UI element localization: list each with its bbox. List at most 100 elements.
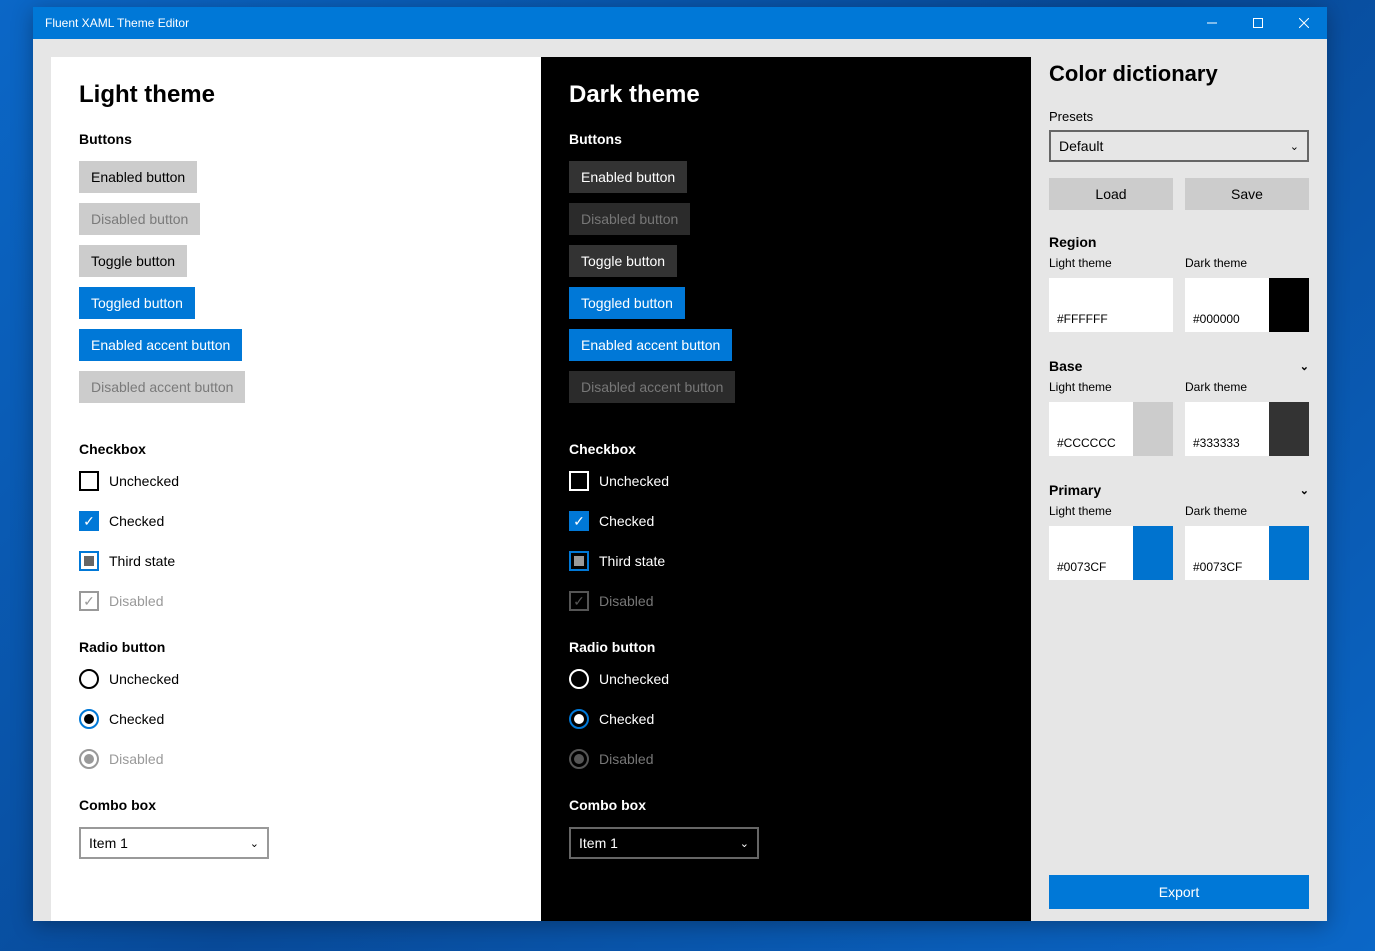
chevron-down-icon: ⌄: [740, 837, 749, 850]
minimize-button[interactable]: [1189, 7, 1235, 39]
region-light-hex: #FFFFFF: [1049, 278, 1133, 332]
checkbox-label: Third state: [599, 553, 665, 569]
primary-dark-label: Dark theme: [1185, 504, 1309, 518]
dark-buttons-group: Buttons Enabled button Disabled button T…: [569, 131, 1003, 413]
load-save-row: Load Save: [1049, 178, 1309, 210]
checkbox-label: Unchecked: [599, 473, 669, 489]
color-dictionary-pane: Color dictionary Presets Default ⌄ Load …: [1031, 39, 1327, 921]
dark-checkbox-third[interactable]: Third state: [569, 551, 1003, 571]
dark-radio-checked[interactable]: Checked: [569, 709, 1003, 729]
radio-checked-icon: [79, 709, 99, 729]
light-enabled-button[interactable]: Enabled button: [79, 161, 197, 193]
light-checkbox-checked[interactable]: ✓Checked: [79, 511, 513, 531]
checkbox-label: Checked: [599, 513, 654, 529]
radio-label: Disabled: [109, 751, 163, 767]
light-toggled-button[interactable]: Toggled button: [79, 287, 195, 319]
dark-checkbox-group: Checkbox Unchecked ✓Checked Third state …: [569, 441, 1003, 611]
save-button[interactable]: Save: [1185, 178, 1309, 210]
checkbox-icon: [79, 471, 99, 491]
checkbox-disabled-icon: [569, 591, 589, 611]
region-dark-hex: #000000: [1185, 278, 1269, 332]
primary-light-label: Light theme: [1049, 504, 1173, 518]
base-dark-swatch[interactable]: #333333: [1185, 402, 1309, 456]
primary-light-swatch[interactable]: #0073CF: [1049, 526, 1173, 580]
region-light-label: Light theme: [1049, 256, 1173, 270]
light-radio-checked[interactable]: Checked: [79, 709, 513, 729]
dark-radio-unchecked[interactable]: Unchecked: [569, 669, 1003, 689]
close-button[interactable]: [1281, 7, 1327, 39]
app-body: Light theme Buttons Enabled button Disab…: [33, 39, 1327, 921]
color-chip: [1269, 402, 1309, 456]
checkbox-label: Disabled: [109, 593, 163, 609]
dark-accent-enabled-button[interactable]: Enabled accent button: [569, 329, 732, 361]
base-light-swatch[interactable]: #CCCCCC: [1049, 402, 1173, 456]
primary-dark-hex: #0073CF: [1185, 526, 1269, 580]
presets-label: Presets: [1049, 109, 1309, 124]
light-accent-enabled-button[interactable]: Enabled accent button: [79, 329, 242, 361]
radio-label: Unchecked: [109, 671, 179, 687]
titlebar: Fluent XAML Theme Editor: [33, 7, 1327, 39]
base-title: Base: [1049, 358, 1082, 374]
light-toggle-button[interactable]: Toggle button: [79, 245, 187, 277]
base-dark-label: Dark theme: [1185, 380, 1309, 394]
color-dictionary-title: Color dictionary: [1049, 61, 1309, 87]
region-title: Region: [1049, 234, 1096, 250]
presets-dropdown[interactable]: Default ⌄: [1049, 130, 1309, 162]
chevron-down-icon[interactable]: ⌄: [1300, 484, 1309, 497]
color-chip: [1269, 278, 1309, 332]
light-radio-unchecked[interactable]: Unchecked: [79, 669, 513, 689]
window-title: Fluent XAML Theme Editor: [45, 16, 189, 30]
checkbox-checked-icon: ✓: [569, 511, 589, 531]
radio-icon: [79, 669, 99, 689]
titlebar-buttons: [1189, 7, 1327, 39]
dark-combo-box[interactable]: Item 1 ⌄: [569, 827, 759, 859]
checkbox-label: Unchecked: [109, 473, 179, 489]
radio-label: Checked: [599, 711, 654, 727]
dark-disabled-button: Disabled button: [569, 203, 690, 235]
light-checkbox-group: Checkbox Unchecked ✓Checked Third state …: [79, 441, 513, 611]
dark-theme-title: Dark theme: [569, 81, 1003, 109]
primary-dark-swatch[interactable]: #0073CF: [1185, 526, 1309, 580]
dark-toggled-button[interactable]: Toggled button: [569, 287, 685, 319]
chevron-down-icon[interactable]: ⌄: [1300, 360, 1309, 373]
light-checkbox-disabled: Disabled: [79, 591, 513, 611]
checkbox-label: Disabled: [599, 593, 653, 609]
chevron-down-icon: ⌄: [1290, 140, 1299, 153]
light-theme-column: Light theme Buttons Enabled button Disab…: [51, 57, 541, 921]
radio-icon: [569, 669, 589, 689]
dark-toggle-button[interactable]: Toggle button: [569, 245, 677, 277]
light-buttons-title: Buttons: [79, 131, 132, 147]
light-combo-box[interactable]: Item 1 ⌄: [79, 827, 269, 859]
dark-radio-title: Radio button: [569, 639, 1003, 655]
maximize-button[interactable]: [1235, 7, 1281, 39]
chevron-down-icon: ⌄: [250, 837, 259, 850]
dark-checkbox-title: Checkbox: [569, 441, 1003, 457]
dark-checkbox-checked[interactable]: ✓ Checked: [569, 511, 1003, 531]
light-accent-disabled-button: Disabled accent button: [79, 371, 245, 403]
checkbox-third-icon: [569, 551, 589, 571]
color-chip: [1133, 402, 1173, 456]
minimize-icon: [1207, 18, 1217, 28]
load-button[interactable]: Load: [1049, 178, 1173, 210]
light-radio-disabled: Disabled: [79, 749, 513, 769]
combo-value: Item 1: [89, 835, 128, 851]
checkbox-label: Checked: [109, 513, 164, 529]
region-light-swatch[interactable]: #FFFFFF: [1049, 278, 1173, 332]
base-section: Base ⌄ Light theme #CCCCCC Dark theme: [1049, 358, 1309, 456]
dark-enabled-button[interactable]: Enabled button: [569, 161, 687, 193]
light-checkbox-unchecked[interactable]: Unchecked: [79, 471, 513, 491]
light-theme-title: Light theme: [79, 81, 513, 109]
light-checkbox-third[interactable]: Third state: [79, 551, 513, 571]
dark-checkbox-unchecked[interactable]: Unchecked: [569, 471, 1003, 491]
light-radio-group: Radio button Unchecked Checked Disabled: [79, 639, 513, 769]
base-light-hex: #CCCCCC: [1049, 402, 1133, 456]
color-chip: [1133, 278, 1173, 332]
light-checkbox-title: Checkbox: [79, 441, 513, 457]
region-dark-swatch[interactable]: #000000: [1185, 278, 1309, 332]
light-buttons-group: Buttons Enabled button Disabled button T…: [79, 131, 513, 413]
region-dark-label: Dark theme: [1185, 256, 1309, 270]
color-chip: [1269, 526, 1309, 580]
dark-combo-title: Combo box: [569, 797, 1003, 813]
dark-accent-disabled-button: Disabled accent button: [569, 371, 735, 403]
export-button[interactable]: Export: [1049, 875, 1309, 909]
